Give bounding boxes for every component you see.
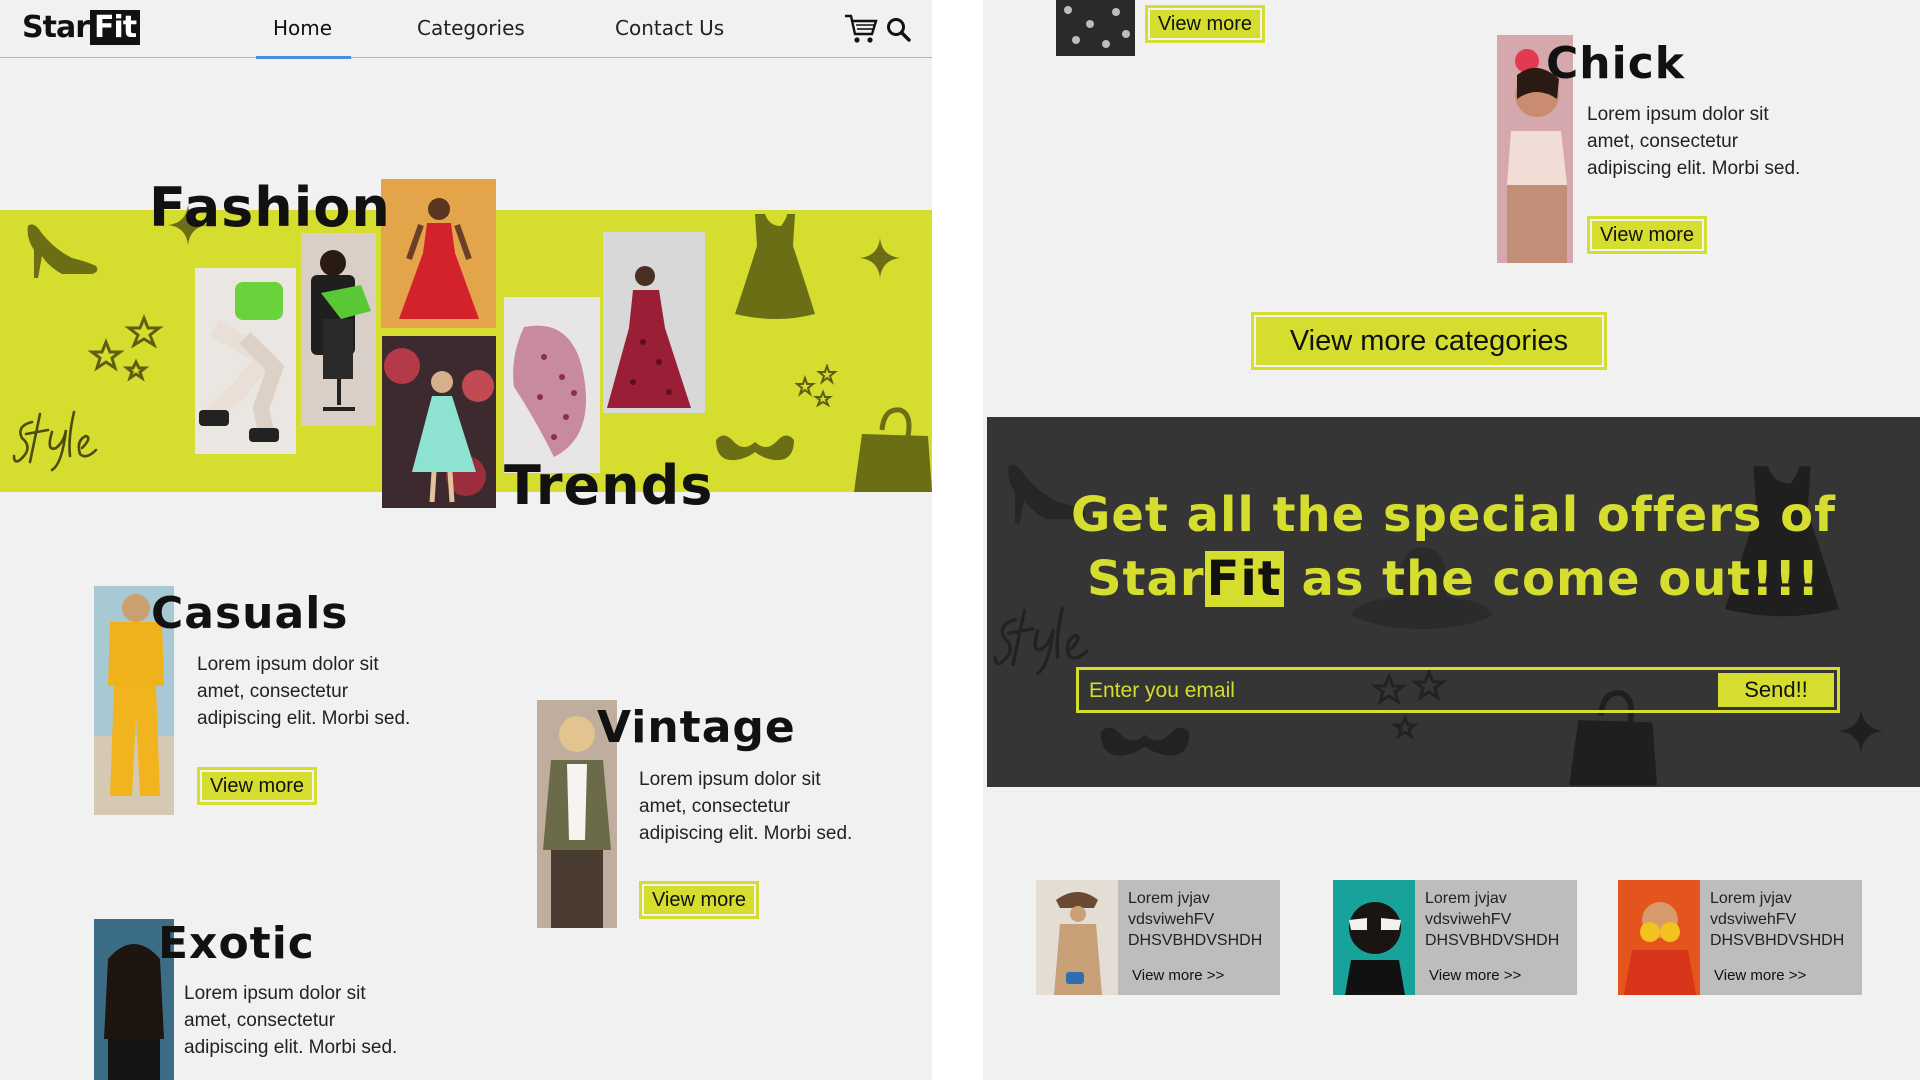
category-text-exotic: Lorem ipsum dolor sit amet, consectetur … [184,983,398,1058]
active-nav-indicator [256,56,351,59]
newsletter-heading-line2: StarFit as the come out!!! [987,551,1920,607]
stars-doodle-icon [88,313,164,382]
category-text-vintage: Lorem ipsum dolor sit amet, consectetur … [639,769,853,844]
chick-view-more-button[interactable]: View more [1587,216,1707,254]
starfit-logo[interactable]: Star Fit [22,10,141,45]
category-title-chick: Chick [1546,38,1686,89]
mustache-dark-icon [1100,727,1190,756]
logo-star-text: Star [22,10,90,45]
newsletter-heading-line1: Get all the special offers of [1070,487,1837,543]
mustache-icon [716,435,794,461]
category-text-casuals: Lorem ipsum dolor sit amet, consectetur … [197,654,411,729]
view-more-categories-button[interactable]: View more categories [1251,312,1607,370]
hero-title-trends: Trends [504,454,714,517]
logo-fit-text: Fit [90,10,141,45]
nav-contact-us[interactable]: Contact Us [615,16,724,40]
promo-card-1-text: Lorem jvjav vdsviwehFV DHSVBHDVSHDH [1128,890,1263,949]
email-subscribe-form: Send!! [1076,667,1840,713]
style-script-logo [12,410,98,472]
hero-photo-sneakers [195,268,296,454]
newsletter-star-text: Star [1086,551,1205,607]
tote-bag-icon [854,407,932,492]
sparkle-icon-2 [860,238,900,278]
top-view-more-button[interactable]: View more [1145,5,1265,43]
newsletter-section: Get all the special offers of StarFit as… [987,417,1920,787]
cart-icon[interactable] [844,13,878,45]
promo-card-2-photo [1333,880,1415,995]
small-stars-icon [795,364,838,408]
floral-photo-partial [1056,0,1135,56]
promo-card-2-view-more-link[interactable]: View more >> [1429,967,1521,984]
newsletter-tail-text: as the come out!!! [1283,551,1820,607]
promo-card-1-view-more-link[interactable]: View more >> [1132,967,1224,984]
email-input[interactable] [1089,676,1689,706]
hero-photo-gamer-chair [301,233,376,426]
top-navbar: Star Fit Home Categories Contact Us [0,0,932,59]
promo-card-1[interactable]: Lorem jvjav vdsviwehFV DHSVBHDVSHDH View… [1036,880,1280,995]
style-script-dark-logo [993,606,1089,676]
search-icon[interactable] [886,17,912,43]
promo-card-3-photo [1618,880,1700,995]
nav-categories[interactable]: Categories [417,16,525,40]
vintage-view-more-button[interactable]: View more [639,881,759,919]
category-title-casuals: Casuals [151,588,349,639]
dress-icon [735,214,815,319]
hero-title-fashion: Fashion [149,176,391,239]
promo-card-3-text: Lorem jvjav vdsviwehFV DHSVBHDVSHDH [1710,890,1845,949]
promo-card-3[interactable]: Lorem jvjav vdsviwehFV DHSVBHDVSHDH View… [1618,880,1862,995]
category-title-vintage: Vintage [597,702,796,753]
category-text-chick: Lorem ipsum dolor sit amet, consectetur … [1587,104,1801,179]
category-title-exotic: Exotic [158,918,315,969]
promo-card-1-photo [1036,880,1118,995]
promo-card-2-text: Lorem jvjav vdsviwehFV DHSVBHDVSHDH [1425,890,1560,949]
casuals-view-more-button[interactable]: View more [197,767,317,805]
nav-home[interactable]: Home [273,16,332,40]
promo-card-2[interactable]: Lorem jvjav vdsviwehFV DHSVBHDVSHDH View… [1333,880,1577,995]
newsletter-fit-text: Fit [1204,551,1284,607]
high-heel-icon [27,224,98,278]
sparkle-dark-icon [1839,709,1883,753]
send-button[interactable]: Send!! [1718,673,1834,707]
hero-photo-gown [603,232,705,413]
hero-photo-fabric [504,297,600,473]
hero-photo-mint-dress [382,336,496,508]
promo-card-3-view-more-link[interactable]: View more >> [1714,967,1806,984]
home-page-panel: Star Fit Home Categories Contact Us Fash… [0,0,932,1080]
hero-photo-red-dress [381,179,496,328]
categories-and-offers-panel: View more Chick Lorem ipsum dolor sit am… [983,0,1920,1080]
